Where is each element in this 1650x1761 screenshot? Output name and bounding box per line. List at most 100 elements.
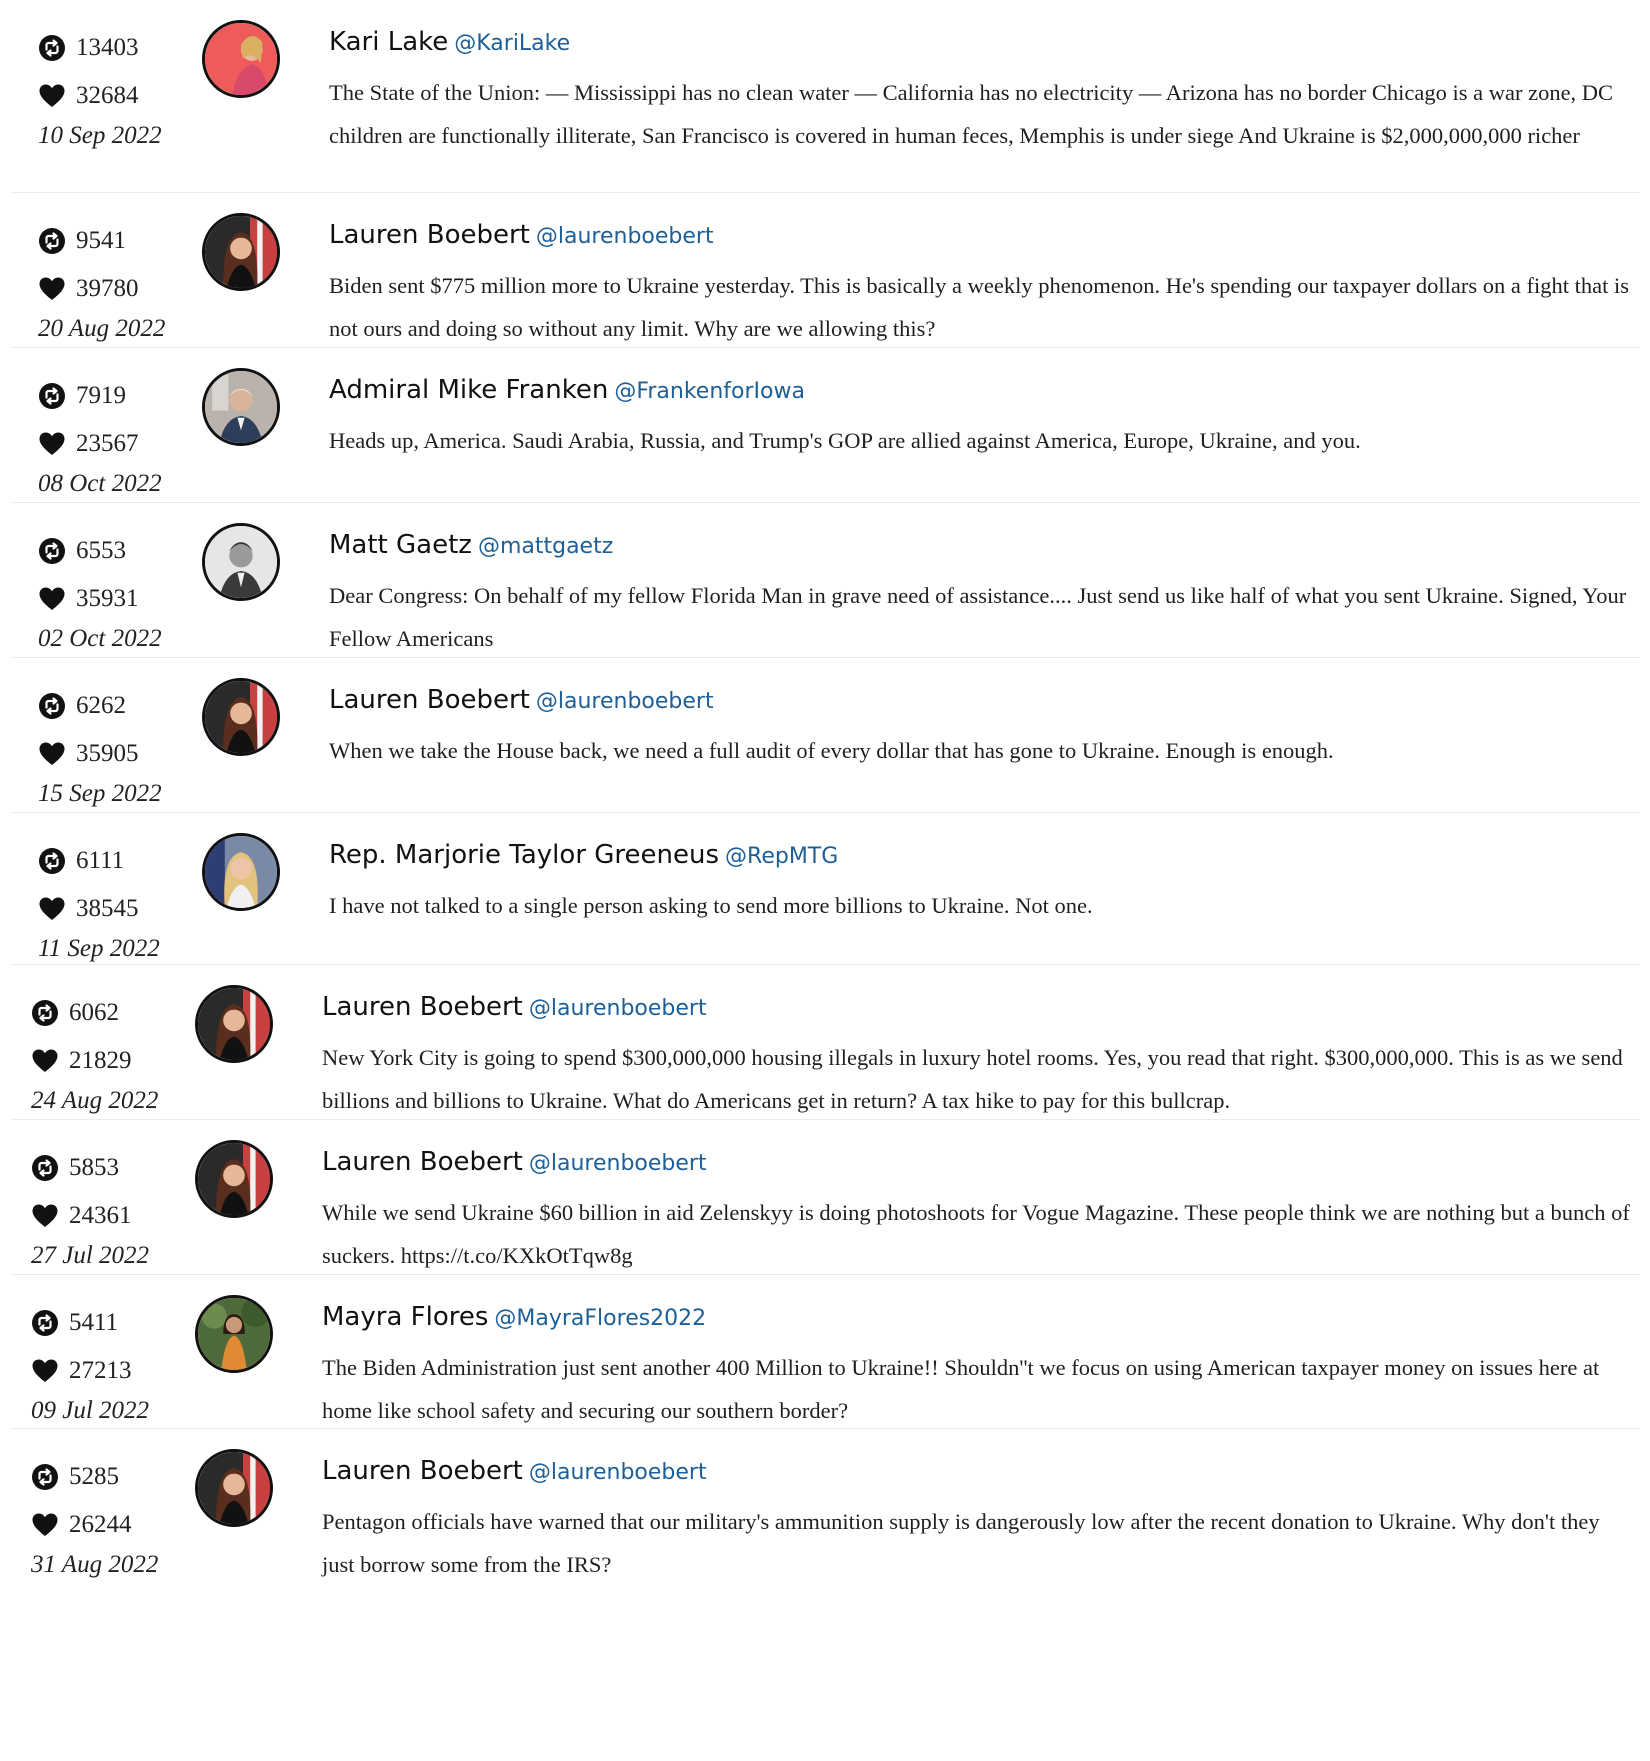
tweet-date: 08 Oct 2022 — [38, 470, 162, 497]
author-handle[interactable]: @laurenboebert — [529, 996, 707, 1021]
tweet-row: 6062 21829 24 Aug 2022 Lauren Boebert @la… — [10, 965, 1640, 1120]
author-name[interactable]: Admiral Mike Franken — [329, 375, 608, 405]
author-handle[interactable]: @laurenboebert — [536, 689, 714, 714]
tweet-date: 09 Jul 2022 — [31, 1397, 150, 1424]
tweet-content: Mayra Flores @MayraFlores2022 The Biden A… — [322, 1299, 1630, 1432]
author-name[interactable]: Rep. Marjorie Taylor Greeneus — [329, 840, 719, 870]
tweet-content: Kari Lake @KariLake The State of the Unio… — [329, 24, 1630, 157]
tweet-text: Dear Congress: On behalf of my fellow Fl… — [329, 583, 1627, 651]
author-name[interactable]: Lauren Boebert — [329, 685, 530, 715]
avatar[interactable] — [195, 985, 273, 1063]
retweet-count: 5285 — [31, 1453, 191, 1501]
like-count: 35905 — [38, 730, 198, 778]
tweet-content: Admiral Mike Franken @FrankenforIowa Head… — [329, 372, 1630, 463]
like-count: 24361 — [31, 1192, 191, 1240]
avatar[interactable] — [202, 833, 280, 911]
author-handle[interactable]: @MayraFlores2022 — [494, 1306, 706, 1331]
retweet-count: 6111 — [38, 837, 198, 885]
tweet-stats: 6062 21829 24 Aug 2022 — [31, 989, 191, 1115]
tweet-row: 5411 27213 09 Jul 2022 Mayra Flores @Mayr… — [10, 1275, 1640, 1429]
author-name[interactable]: Kari Lake — [329, 27, 448, 57]
tweet-row: 5285 26244 31 Aug 2022 Lauren Boebert @la… — [10, 1429, 1640, 1589]
author-handle[interactable]: @RepMTG — [725, 844, 838, 869]
avatar[interactable] — [195, 1295, 273, 1373]
tweet-stats: 6111 38545 11 Sep 2022 — [38, 837, 198, 963]
tweet-text: Biden sent $775 million more to Ukraine … — [329, 273, 1630, 341]
retweet-count: 6062 — [31, 989, 191, 1037]
retweet-icon — [31, 1309, 59, 1337]
retweet-icon — [38, 34, 66, 62]
like-count: 38545 — [38, 885, 198, 933]
tweet-author: Lauren Boebert @laurenboebert — [322, 1144, 1630, 1182]
retweet-icon — [38, 692, 66, 720]
tweet-date: 10 Sep 2022 — [38, 122, 162, 149]
tweet-stats: 6262 35905 15 Sep 2022 — [38, 682, 198, 808]
tweet-text: Heads up, America. Saudi Arabia, Russia,… — [329, 428, 1361, 453]
tweet-author: Lauren Boebert @laurenboebert — [322, 1453, 1630, 1491]
tweet-content: Lauren Boebert @laurenboebert Biden sent … — [329, 217, 1630, 350]
tweet-row: 13403 32684 10 Sep 2022 Kari Lake @KariLa… — [10, 0, 1640, 193]
avatar[interactable] — [202, 213, 280, 291]
like-count: 39780 — [38, 265, 198, 313]
author-name[interactable]: Mayra Flores — [322, 1302, 488, 1332]
tweet-date: 02 Oct 2022 — [38, 625, 162, 652]
avatar[interactable] — [195, 1140, 273, 1218]
avatar[interactable] — [202, 678, 280, 756]
author-handle[interactable]: @FrankenforIowa — [614, 379, 805, 404]
retweet-count: 5411 — [31, 1299, 191, 1347]
author-handle[interactable]: @KariLake — [454, 31, 570, 56]
tweet-row: 9541 39780 20 Aug 2022 Lauren Boebert @la… — [10, 193, 1640, 348]
tweet-date: 11 Sep 2022 — [38, 935, 160, 962]
avatar[interactable] — [202, 523, 280, 601]
tweet-author: Lauren Boebert @laurenboebert — [329, 682, 1630, 720]
tweet-content: Lauren Boebert @laurenboebert While we se… — [322, 1144, 1630, 1277]
tweet-content: Matt Gaetz @mattgaetz Dear Congress: On b… — [329, 527, 1630, 660]
tweet-text: While we send Ukraine $60 billion in aid… — [322, 1200, 1630, 1268]
retweet-count: 5853 — [31, 1144, 191, 1192]
tweet-row: 6553 35931 02 Oct 2022 Matt Gaetz @mattga… — [10, 503, 1640, 658]
tweet-content: Lauren Boebert @laurenboebert New York Ci… — [322, 989, 1630, 1122]
author-name[interactable]: Lauren Boebert — [329, 220, 530, 250]
avatar[interactable] — [202, 368, 280, 446]
tweet-stats: 7919 23567 08 Oct 2022 — [38, 372, 198, 498]
tweet-text: The State of the Union: — Mississippi ha… — [329, 80, 1614, 148]
tweet-content: Rep. Marjorie Taylor Greeneus @RepMTG I h… — [329, 837, 1630, 928]
tweet-stats: 5853 24361 27 Jul 2022 — [31, 1144, 191, 1270]
retweet-count: 7919 — [38, 372, 198, 420]
avatar[interactable] — [202, 20, 280, 98]
tweet-content: Lauren Boebert @laurenboebert Pentagon of… — [322, 1453, 1630, 1586]
author-name[interactable]: Matt Gaetz — [329, 530, 472, 560]
tweet-author: Lauren Boebert @laurenboebert — [322, 989, 1630, 1027]
tweet-text: When we take the House back, we need a f… — [329, 738, 1334, 763]
tweet-date: 15 Sep 2022 — [38, 780, 162, 807]
tweet-feed: 13403 32684 10 Sep 2022 Kari Lake @KariLa… — [10, 0, 1640, 1589]
like-count: 27213 — [31, 1347, 191, 1395]
retweet-icon — [38, 382, 66, 410]
avatar[interactable] — [195, 1449, 273, 1527]
heart-icon — [38, 895, 66, 923]
heart-icon — [31, 1357, 59, 1385]
retweet-icon — [38, 847, 66, 875]
heart-icon — [38, 585, 66, 613]
like-count: 21829 — [31, 1037, 191, 1085]
author-name[interactable]: Lauren Boebert — [322, 992, 523, 1022]
author-name[interactable]: Lauren Boebert — [322, 1147, 523, 1177]
author-handle[interactable]: @laurenboebert — [536, 224, 714, 249]
heart-icon — [31, 1047, 59, 1075]
author-handle[interactable]: @laurenboebert — [529, 1460, 707, 1485]
tweet-author: Matt Gaetz @mattgaetz — [329, 527, 1630, 565]
tweet-row: 7919 23567 08 Oct 2022 Admiral Mike Fran… — [10, 348, 1640, 503]
retweet-count: 13403 — [38, 24, 198, 72]
tweet-author: Mayra Flores @MayraFlores2022 — [322, 1299, 1630, 1337]
author-handle[interactable]: @mattgaetz — [478, 534, 613, 559]
tweet-date: 24 Aug 2022 — [31, 1087, 159, 1114]
retweet-count: 6262 — [38, 682, 198, 730]
tweet-row: 6262 35905 15 Sep 2022 Lauren Boebert @la… — [10, 658, 1640, 813]
author-handle[interactable]: @laurenboebert — [529, 1151, 707, 1176]
tweet-author: Kari Lake @KariLake — [329, 24, 1630, 62]
author-name[interactable]: Lauren Boebert — [322, 1456, 523, 1486]
heart-icon — [38, 275, 66, 303]
tweet-author: Rep. Marjorie Taylor Greeneus @RepMTG — [329, 837, 1630, 875]
retweet-icon — [31, 999, 59, 1027]
tweet-author: Admiral Mike Franken @FrankenforIowa — [329, 372, 1630, 410]
